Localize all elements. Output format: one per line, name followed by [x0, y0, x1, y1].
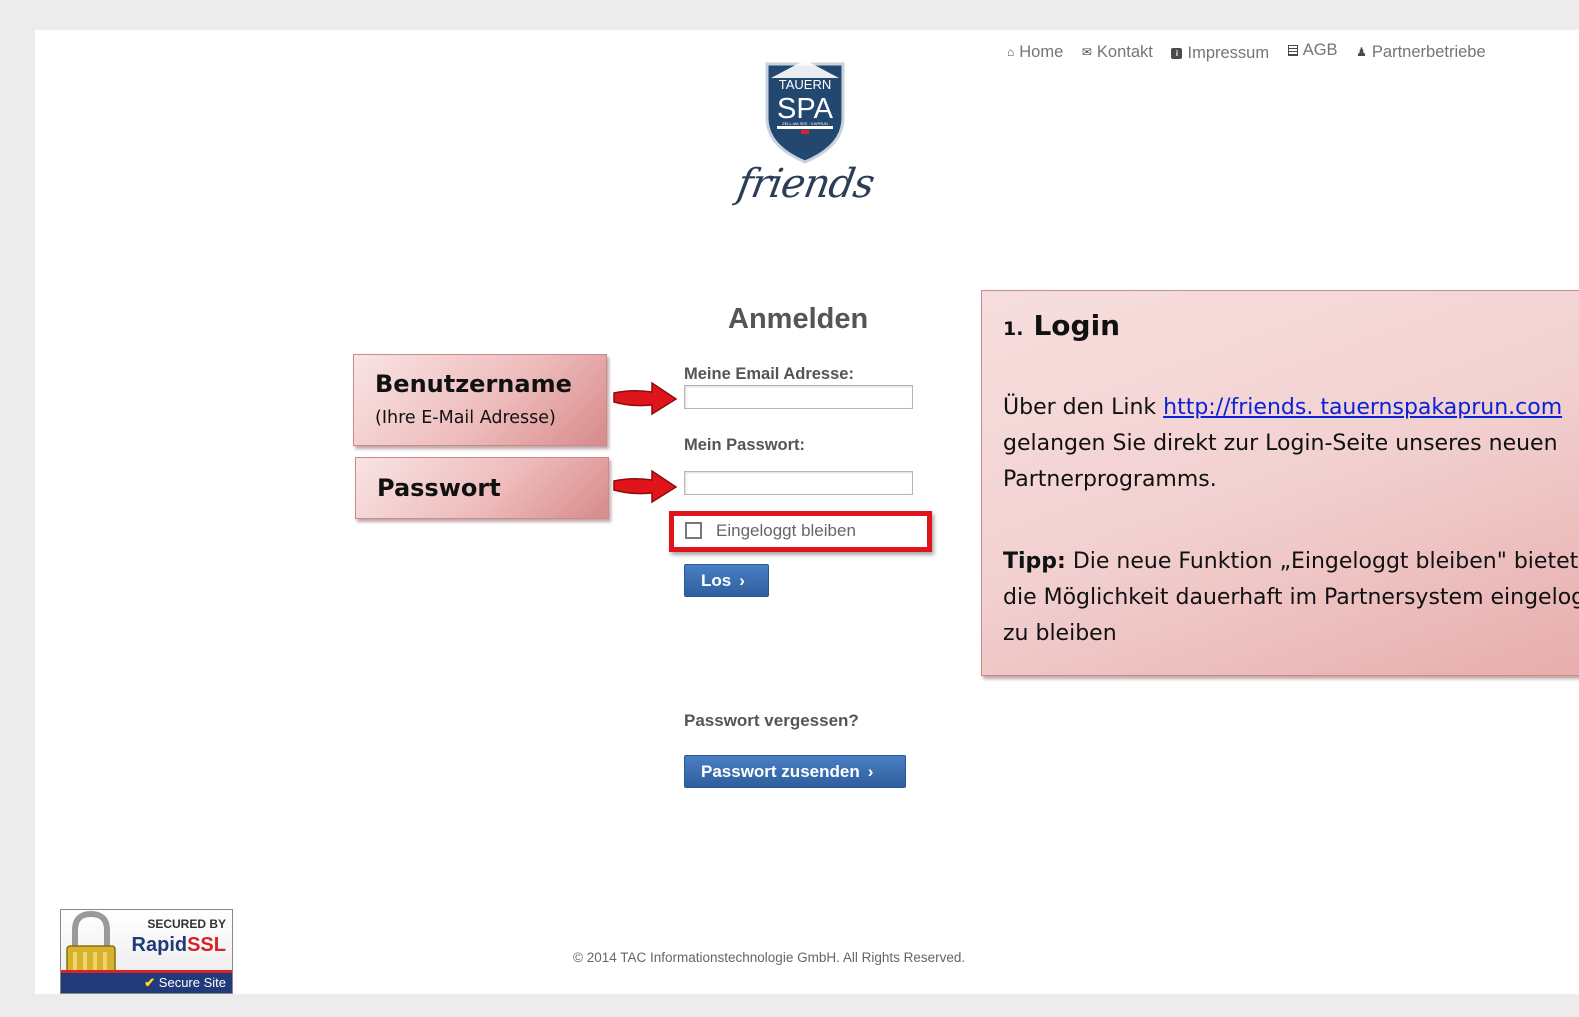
- chevron-right-icon: ›: [739, 571, 745, 590]
- nav-partnerbetriebe-link[interactable]: ♟ Partnerbetriebe: [1356, 43, 1486, 62]
- info-number: 1.: [1003, 318, 1024, 340]
- nav-kontakt-link[interactable]: ✉ Kontakt: [1082, 43, 1153, 62]
- remember-label[interactable]: Eingeloggt bleiben: [716, 521, 856, 541]
- shield-logo-icon: TAUERN SPA ZELL AM SEE · KAPRUN: [765, 60, 845, 164]
- chevron-right-icon: ›: [867, 762, 874, 781]
- info-icon: i: [1171, 48, 1183, 59]
- password-callout-title: Passwort: [377, 474, 501, 502]
- home-icon: ⌂: [1007, 45, 1015, 59]
- footer-copyright: © 2014 TAC Informationstechnologie GmbH.…: [573, 950, 966, 965]
- ssl-secure-site-label: Secure Site: [158, 975, 226, 990]
- info-tip-line3: zu bleiben: [1003, 621, 1117, 646]
- nav-agb-link[interactable]: AGB: [1287, 41, 1338, 60]
- envelope-icon: ✉: [1081, 45, 1092, 59]
- info-line2: gelangen Sie direkt zur Login-Seite unse…: [1003, 431, 1558, 456]
- info-line3: Partnerprogramms.: [1003, 467, 1217, 492]
- ssl-brand: RapidSSL: [132, 934, 226, 957]
- email-label: Meine Email Adresse:: [684, 365, 854, 383]
- remember-checkbox[interactable]: [685, 522, 702, 539]
- ssl-brand-rapid: Rapid: [131, 934, 188, 956]
- password-arrow-icon: [613, 469, 678, 504]
- info-tip-text1: Die neue Funktion „Eingeloggt bleiben" b…: [1065, 549, 1579, 574]
- email-input[interactable]: [684, 385, 913, 409]
- nav-home-label: Home: [1019, 42, 1064, 61]
- password-input[interactable]: [684, 471, 913, 495]
- info-tip-label: Tipp:: [1003, 549, 1066, 574]
- ssl-secured-by: SECURED BY: [147, 917, 226, 931]
- nav-agb-label: AGB: [1302, 41, 1338, 59]
- top-navigation: ⌂ Home ✉ Kontakt i Impressum AGB ♟ Partn…: [1007, 41, 1500, 63]
- username-callout-title: Benutzername: [375, 370, 572, 398]
- username-arrow-icon: [613, 381, 678, 416]
- logo-line1: TAUERN: [779, 77, 831, 92]
- nav-impressum-link[interactable]: i Impressum: [1171, 44, 1269, 63]
- document-icon: [1287, 45, 1298, 56]
- info-title: Login: [1033, 309, 1121, 342]
- page: ⌂ Home ✉ Kontakt i Impressum AGB ♟ Partn…: [35, 30, 1579, 994]
- password-label: Mein Passwort:: [684, 436, 806, 454]
- nav-partnerbetriebe-label: Partnerbetriebe: [1371, 42, 1486, 61]
- info-line1: Über den Link http://friends. tauernspak…: [1003, 391, 1562, 425]
- login-submit-label: Los: [701, 571, 732, 590]
- info-line1-prefix: Über den Link: [1003, 395, 1164, 420]
- login-info-callout: 1. Login Über den Link http://friends. ta…: [981, 290, 1579, 676]
- nav-kontakt-label: Kontakt: [1096, 42, 1153, 61]
- rapidssl-badge[interactable]: SECURED BY RapidSSL ✔ Secure Site: [60, 909, 233, 994]
- friends-link[interactable]: http://friends. tauernspakaprun.com: [1163, 395, 1562, 420]
- logo-script: friends: [733, 161, 878, 207]
- send-password-label: Passwort zusenden: [701, 762, 860, 781]
- login-title: Anmelden: [728, 303, 869, 335]
- checkmark-icon: ✔: [144, 975, 156, 990]
- username-callout: Benutzername (Ihre E-Mail Adresse): [353, 354, 607, 446]
- tauern-spa-friends-logo[interactable]: TAUERN SPA ZELL AM SEE · KAPRUN friends: [733, 56, 878, 216]
- username-callout-sub: (Ihre E-Mail Adresse): [375, 408, 556, 428]
- send-password-button[interactable]: Passwort zusenden ›: [684, 755, 906, 788]
- user-icon: ♟: [1356, 45, 1367, 59]
- nav-home-link[interactable]: ⌂ Home: [1007, 43, 1063, 62]
- logo-line3: ZELL AM SEE · KAPRUN: [782, 121, 828, 126]
- ssl-secure-site: ✔ Secure Site: [61, 973, 232, 993]
- bottom-band: [0, 994, 1579, 1017]
- forgot-password-heading: Passwort vergessen?: [684, 711, 859, 730]
- login-submit-button[interactable]: Los ›: [684, 564, 769, 597]
- info-tip-line2: die Möglichkeit dauerhaft im Partnersyst…: [1003, 585, 1579, 610]
- info-heading: 1. Login: [1003, 309, 1120, 342]
- password-callout: Passwort: [355, 457, 609, 519]
- nav-impressum-label: Impressum: [1187, 44, 1270, 62]
- ssl-brand-ssl: SSL: [187, 934, 226, 956]
- info-tip-line1: Tipp: Die neue Funktion „Eingeloggt blei…: [1003, 545, 1578, 579]
